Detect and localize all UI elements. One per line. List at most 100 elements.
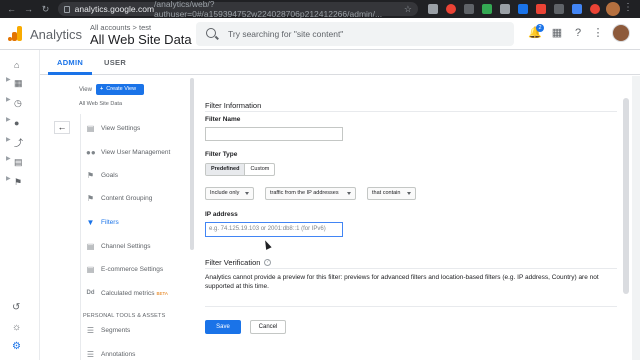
rail-audience[interactable]: ▶ ● [6,112,34,128]
bookmark-star-icon[interactable]: ☆ [404,4,412,15]
flag-icon: ⚑ [86,170,95,180]
create-view-button[interactable]: + Create View [96,84,144,95]
menu-item-calculated-metrics[interactable]: Dd Calculated metrics BETA [86,286,168,300]
home-icon: ⌂ [14,60,20,70]
more-vert-icon[interactable]: ⋮ [592,27,604,39]
extension-icon[interactable] [518,4,528,14]
menu-item-annotations[interactable]: ☰ Annotations [86,347,135,360]
menu-item-filters[interactable]: ▼ Filters [86,215,119,229]
account-breadcrumb[interactable]: All accounts > test [90,23,151,32]
reload-icon[interactable]: ↻ [40,4,51,15]
app-header: Analytics All accounts > test All Web Si… [0,18,640,50]
back-arrow-icon[interactable]: ← [6,4,17,15]
help-circle-icon[interactable]: ? [264,259,271,266]
menu-item-label: Filters [101,218,119,226]
users-icon: ●● [86,147,96,157]
menu-item-channel-settings[interactable]: ▤ Channel Settings [86,239,151,253]
discover-lightbulb-icon[interactable]: ☼ [12,322,21,333]
attribution-icon[interactable]: ↺ [12,302,20,313]
chrome-menu-icon[interactable]: ⋮ [623,2,633,13]
extension-icon[interactable] [464,4,474,14]
divider [205,111,617,112]
menu-item-segments[interactable]: ☰ Segments [86,323,130,337]
menu-item-ecommerce-settings[interactable]: ▤ E-commerce Settings [86,262,163,276]
filter-information-heading: Filter Information [205,101,262,110]
segments-icon: ☰ [86,325,95,335]
back-button[interactable]: ← [54,121,70,134]
analytics-logo-icon [8,26,22,41]
rail-realtime[interactable]: ▶ ◷ [6,92,34,108]
search-icon [206,28,216,38]
current-view-name: All Web Site Data [79,101,123,107]
forward-arrow-icon[interactable]: → [23,4,34,15]
menu-item-label: Annotations [101,350,136,358]
url-host: analytics.google.com [74,4,155,14]
user-avatar[interactable] [612,24,630,42]
browser-toolbar: ← → ↻ analytics.google.com /analytics/we… [0,0,640,19]
extension-icon[interactable] [500,4,510,14]
menu-divider [80,114,81,360]
rail-behavior[interactable]: ▶ ▤ [6,151,34,167]
extension-icon[interactable] [428,4,438,14]
notification-count-badge: 2 [536,24,544,32]
view-selector[interactable]: All Web Site Data▼ [90,32,203,47]
rail-admin[interactable]: ⚙ [0,336,40,360]
menu-item-view-settings[interactable]: ▤ View Settings [86,121,141,135]
divider [205,268,617,269]
menu-item-content-grouping[interactable]: ⚑ Content Grouping [86,191,152,205]
extension-icon[interactable] [572,4,582,14]
beta-badge: BETA [156,290,168,296]
extension-icon[interactable] [590,4,600,14]
cancel-button[interactable]: Cancel [250,320,286,334]
source-select[interactable]: traffic from the IP addresses [265,187,356,200]
save-button[interactable]: Save [205,320,241,334]
menu-item-label: Channel Settings [101,242,151,250]
column-scrollbar[interactable] [190,78,194,250]
extension-icon[interactable] [554,4,564,14]
menu-item-view-user-management[interactable]: ●● View User Management [86,145,170,159]
app-name: Analytics [30,27,83,42]
person-icon: ● [14,118,20,128]
extension-icon[interactable] [482,4,492,14]
rail-customization[interactable]: ▶ ▦ [6,72,34,88]
filter-type-label: Filter Type [205,151,238,158]
acquisition-icon: ⤴ [14,138,24,148]
condition-select-value: that contain [372,190,401,196]
rail-conversions[interactable]: ▶ ⚑ [6,171,34,187]
page-gutter [632,76,640,360]
extension-icon[interactable] [536,4,546,14]
ip-address-placeholder: e.g. 74.125.19.103 or 2001:db8::1 (for I… [209,226,326,232]
condition-select[interactable]: that contain [367,187,416,200]
view-label: View [79,87,92,93]
include-select[interactable]: Include only [205,187,254,200]
extension-icon[interactable] [446,4,456,14]
custom-button[interactable]: Custom [245,164,274,175]
apps-grid-icon[interactable]: ▦ [551,27,563,39]
menu-item-label: Goals [101,171,118,179]
chrome-profile-avatar[interactable] [606,2,620,16]
form-scrollbar[interactable] [623,98,629,294]
tab-user[interactable]: USER [104,58,126,67]
annotations-icon: ☰ [86,349,95,359]
dashboard-icon: ▦ [14,78,23,88]
dd-icon: Dd [86,289,95,296]
rail-acquisition[interactable]: ▶ ⤴ [6,132,34,148]
chevron-down-icon [407,192,411,195]
content-grouping-icon: ⚑ [86,193,95,203]
ip-address-field[interactable]: e.g. 74.125.19.103 or 2001:db8::1 (for I… [205,222,343,237]
menu-item-label: View Settings [101,124,141,132]
menu-item-goals[interactable]: ⚑ Goals [86,168,118,182]
address-bar[interactable]: analytics.google.com /analytics/web/?aut… [58,0,418,19]
back-arrow-icon: ← [57,122,67,132]
predefined-button[interactable]: Predefined [206,164,246,175]
filter-name-field[interactable] [205,127,343,141]
section-heading: PERSONAL TOOLS & ASSETS [83,313,166,319]
tab-admin[interactable]: ADMIN [57,58,83,67]
rail-home[interactable]: ⌂ [6,54,34,70]
behavior-icon: ▤ [14,157,23,167]
help-icon[interactable]: ? [572,27,584,39]
search-input[interactable]: Try searching for "site content" [196,22,514,46]
clock-icon: ◷ [14,98,22,108]
filter-type-toggle: Predefined Custom [205,163,276,176]
menu-item-label: View User Management [101,148,171,156]
